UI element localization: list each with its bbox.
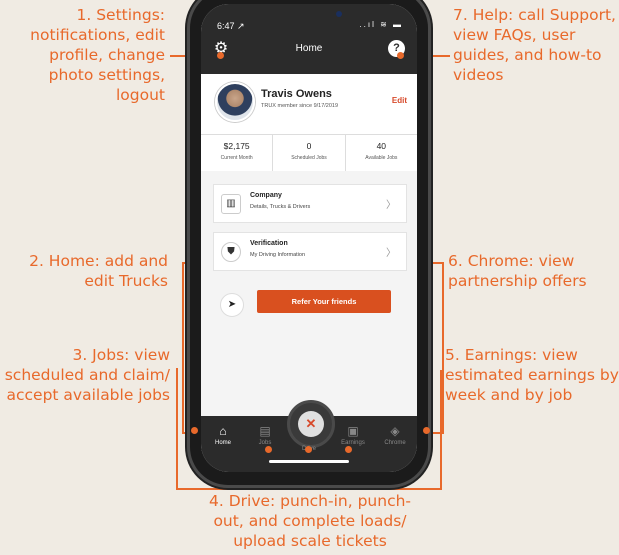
profile-section: Travis Owens TRUX member since 9/17/2019…: [201, 74, 417, 134]
stat-value: 0: [306, 141, 312, 151]
phone-frame: 6:47 ↗ ..ıl ≋ ▬ ⚙ Home ? Travis Owens TR…: [190, 0, 428, 485]
tab-jobs[interactable]: ▤ Jobs: [245, 424, 285, 446]
page-title: Home: [295, 43, 323, 54]
member-since: TRUX member since 9/17/2019: [261, 103, 339, 109]
refer-friends-button[interactable]: Refer Your friends: [257, 290, 391, 313]
profile-name: Travis Owens: [261, 88, 332, 100]
marker-help: [397, 52, 404, 59]
tab-label: Home: [214, 440, 231, 446]
jobs-icon: ▤: [259, 424, 271, 438]
marker-jobs: [265, 446, 272, 453]
camera-icon: [336, 11, 342, 17]
avatar: [215, 82, 255, 122]
tab-label: Chrome: [384, 440, 406, 446]
annotation-jobs: 3. Jobs: view scheduled and claim/ accep…: [4, 346, 170, 404]
stat-value: 40: [376, 141, 387, 151]
chevron-right-icon: 〉: [386, 248, 396, 259]
card-subtitle: Details, Trucks & Drivers: [250, 204, 311, 210]
tab-bar: ⌂ Home ▤ Jobs ✕ Drive ▣ Earnings ◈ Chrom…: [201, 400, 417, 472]
stat-value: $2,175: [223, 141, 250, 151]
stat-available-jobs[interactable]: 40 Available Jobs: [346, 135, 417, 171]
home-indicator: [269, 460, 349, 463]
marker-settings: [217, 52, 224, 59]
home-icon: ⌂: [219, 424, 227, 438]
marker-chrome: [423, 427, 430, 434]
tab-home[interactable]: ⌂ Home: [203, 424, 243, 446]
stat-label: Current Month: [220, 155, 253, 161]
earnings-icon: ▣: [347, 424, 359, 438]
annotation-settings: 1. Settings: notifications, edit profile…: [30, 6, 165, 104]
annotation-earnings: 5. Earnings: view estimated earnings by …: [445, 346, 619, 404]
status-time: 6:47 ↗: [217, 21, 245, 31]
chevron-right-icon: 〉: [386, 200, 396, 211]
tab-label: Jobs: [258, 440, 272, 446]
annotation-chrome: 6. Chrome: view partnership offers: [448, 252, 587, 290]
card-title: Verification: [250, 240, 288, 247]
tab-chrome[interactable]: ◈ Chrome: [375, 424, 415, 446]
annotation-help: 7. Help: call Support, view FAQs, user g…: [453, 6, 616, 84]
stat-current-month[interactable]: $2,175 Current Month: [201, 135, 274, 171]
phone-screen: 6:47 ↗ ..ıl ≋ ▬ ⚙ Home ? Travis Owens TR…: [201, 4, 417, 472]
stat-scheduled-jobs[interactable]: 0 Scheduled Jobs: [273, 135, 346, 171]
annotation-home: 2. Home: add and edit Trucks: [29, 252, 168, 290]
tab-earnings[interactable]: ▣ Earnings: [333, 424, 373, 446]
marker-drive: [305, 446, 312, 453]
marker-home: [191, 427, 198, 434]
top-bar: 6:47 ↗ ..ıl ≋ ▬ ⚙ Home ?: [201, 4, 417, 74]
stat-label: Scheduled Jobs: [291, 155, 327, 161]
card-title: Company: [250, 192, 282, 199]
drive-button[interactable]: ✕: [287, 400, 335, 448]
drive-icon: ✕: [298, 411, 324, 437]
connector-jobs-left: [176, 368, 188, 490]
stat-label: Available Jobs: [365, 155, 398, 161]
marker-earnings: [345, 446, 352, 453]
edit-profile-button[interactable]: Edit: [392, 96, 407, 105]
chrome-icon: ◈: [390, 424, 400, 438]
annotation-drive: 4. Drive: punch-in, punch-out, and compl…: [208, 492, 412, 550]
refer-section: ➤ Refer Your friends: [213, 286, 405, 322]
connector-earnings-b: [440, 370, 442, 488]
company-card[interactable]: ▥ Company Details, Trucks & Drivers 〉: [213, 184, 407, 223]
connector-jobs-base: [176, 488, 268, 490]
stats-row: $2,175 Current Month 0 Scheduled Jobs 40…: [201, 134, 417, 171]
card-subtitle: My Driving Information: [250, 252, 306, 258]
shield-icon: ⛊: [221, 242, 241, 262]
status-icons: ..ıl ≋ ▬: [359, 20, 403, 29]
tab-label: Earnings: [341, 440, 365, 446]
send-icon: ➤: [220, 293, 244, 317]
building-icon: ▥: [221, 194, 241, 214]
verification-card[interactable]: ⛊ Verification My Driving Information 〉: [213, 232, 407, 271]
